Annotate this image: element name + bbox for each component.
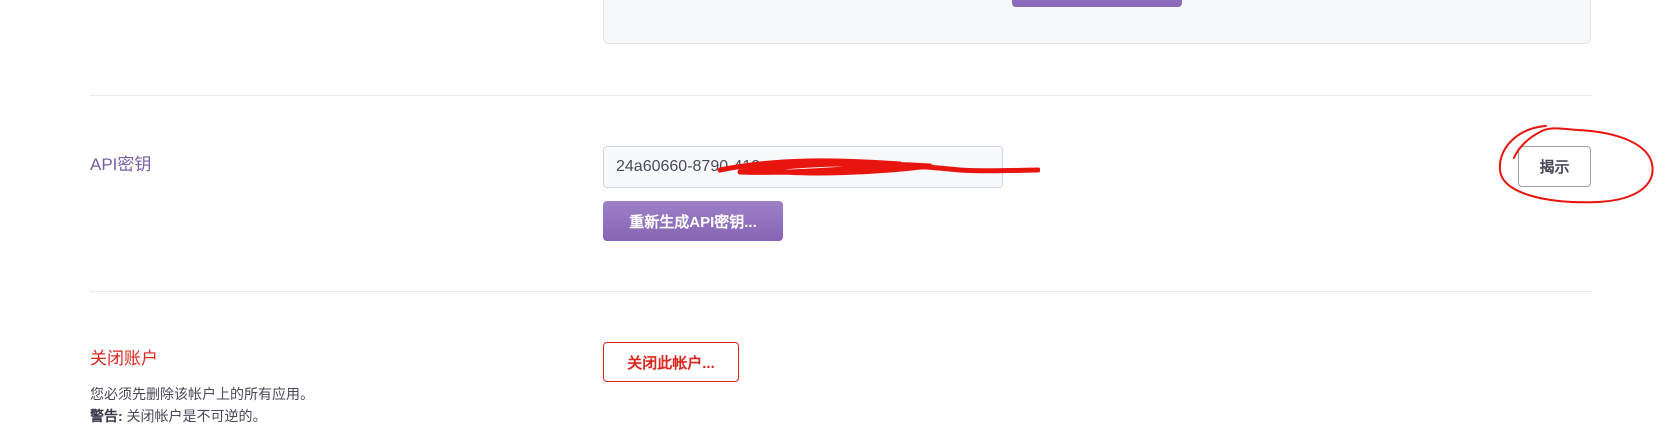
close-account-desc-line: 您必须先删除该帐户上的所有应用。	[90, 386, 314, 402]
warning-prefix: 警告:	[90, 408, 123, 424]
api-key-label: API密钥	[90, 155, 152, 174]
section-divider	[90, 95, 1592, 96]
previous-section-button[interactable]	[1012, 0, 1182, 7]
close-account-label: 关闭账户	[90, 349, 158, 368]
reveal-api-key-button[interactable]: 揭示	[1518, 146, 1591, 187]
close-account-description: 您必须先删除该帐户上的所有应用。 警告: 关闭帐户是不可逆的。	[90, 383, 314, 427]
close-account-button[interactable]: 关闭此帐户...	[603, 342, 739, 382]
warning-text: 关闭帐户是不可逆的。	[122, 408, 267, 424]
section-divider	[90, 291, 1592, 292]
close-account-warning: 警告: 关闭帐户是不可逆的。	[90, 405, 314, 427]
account-settings-page: API密钥 24a60660-8790-412 重新生成API密钥... 揭示 …	[0, 0, 1672, 446]
regenerate-api-key-button[interactable]: 重新生成API密钥...	[603, 201, 783, 241]
api-key-field[interactable]: 24a60660-8790-412	[603, 146, 1003, 188]
